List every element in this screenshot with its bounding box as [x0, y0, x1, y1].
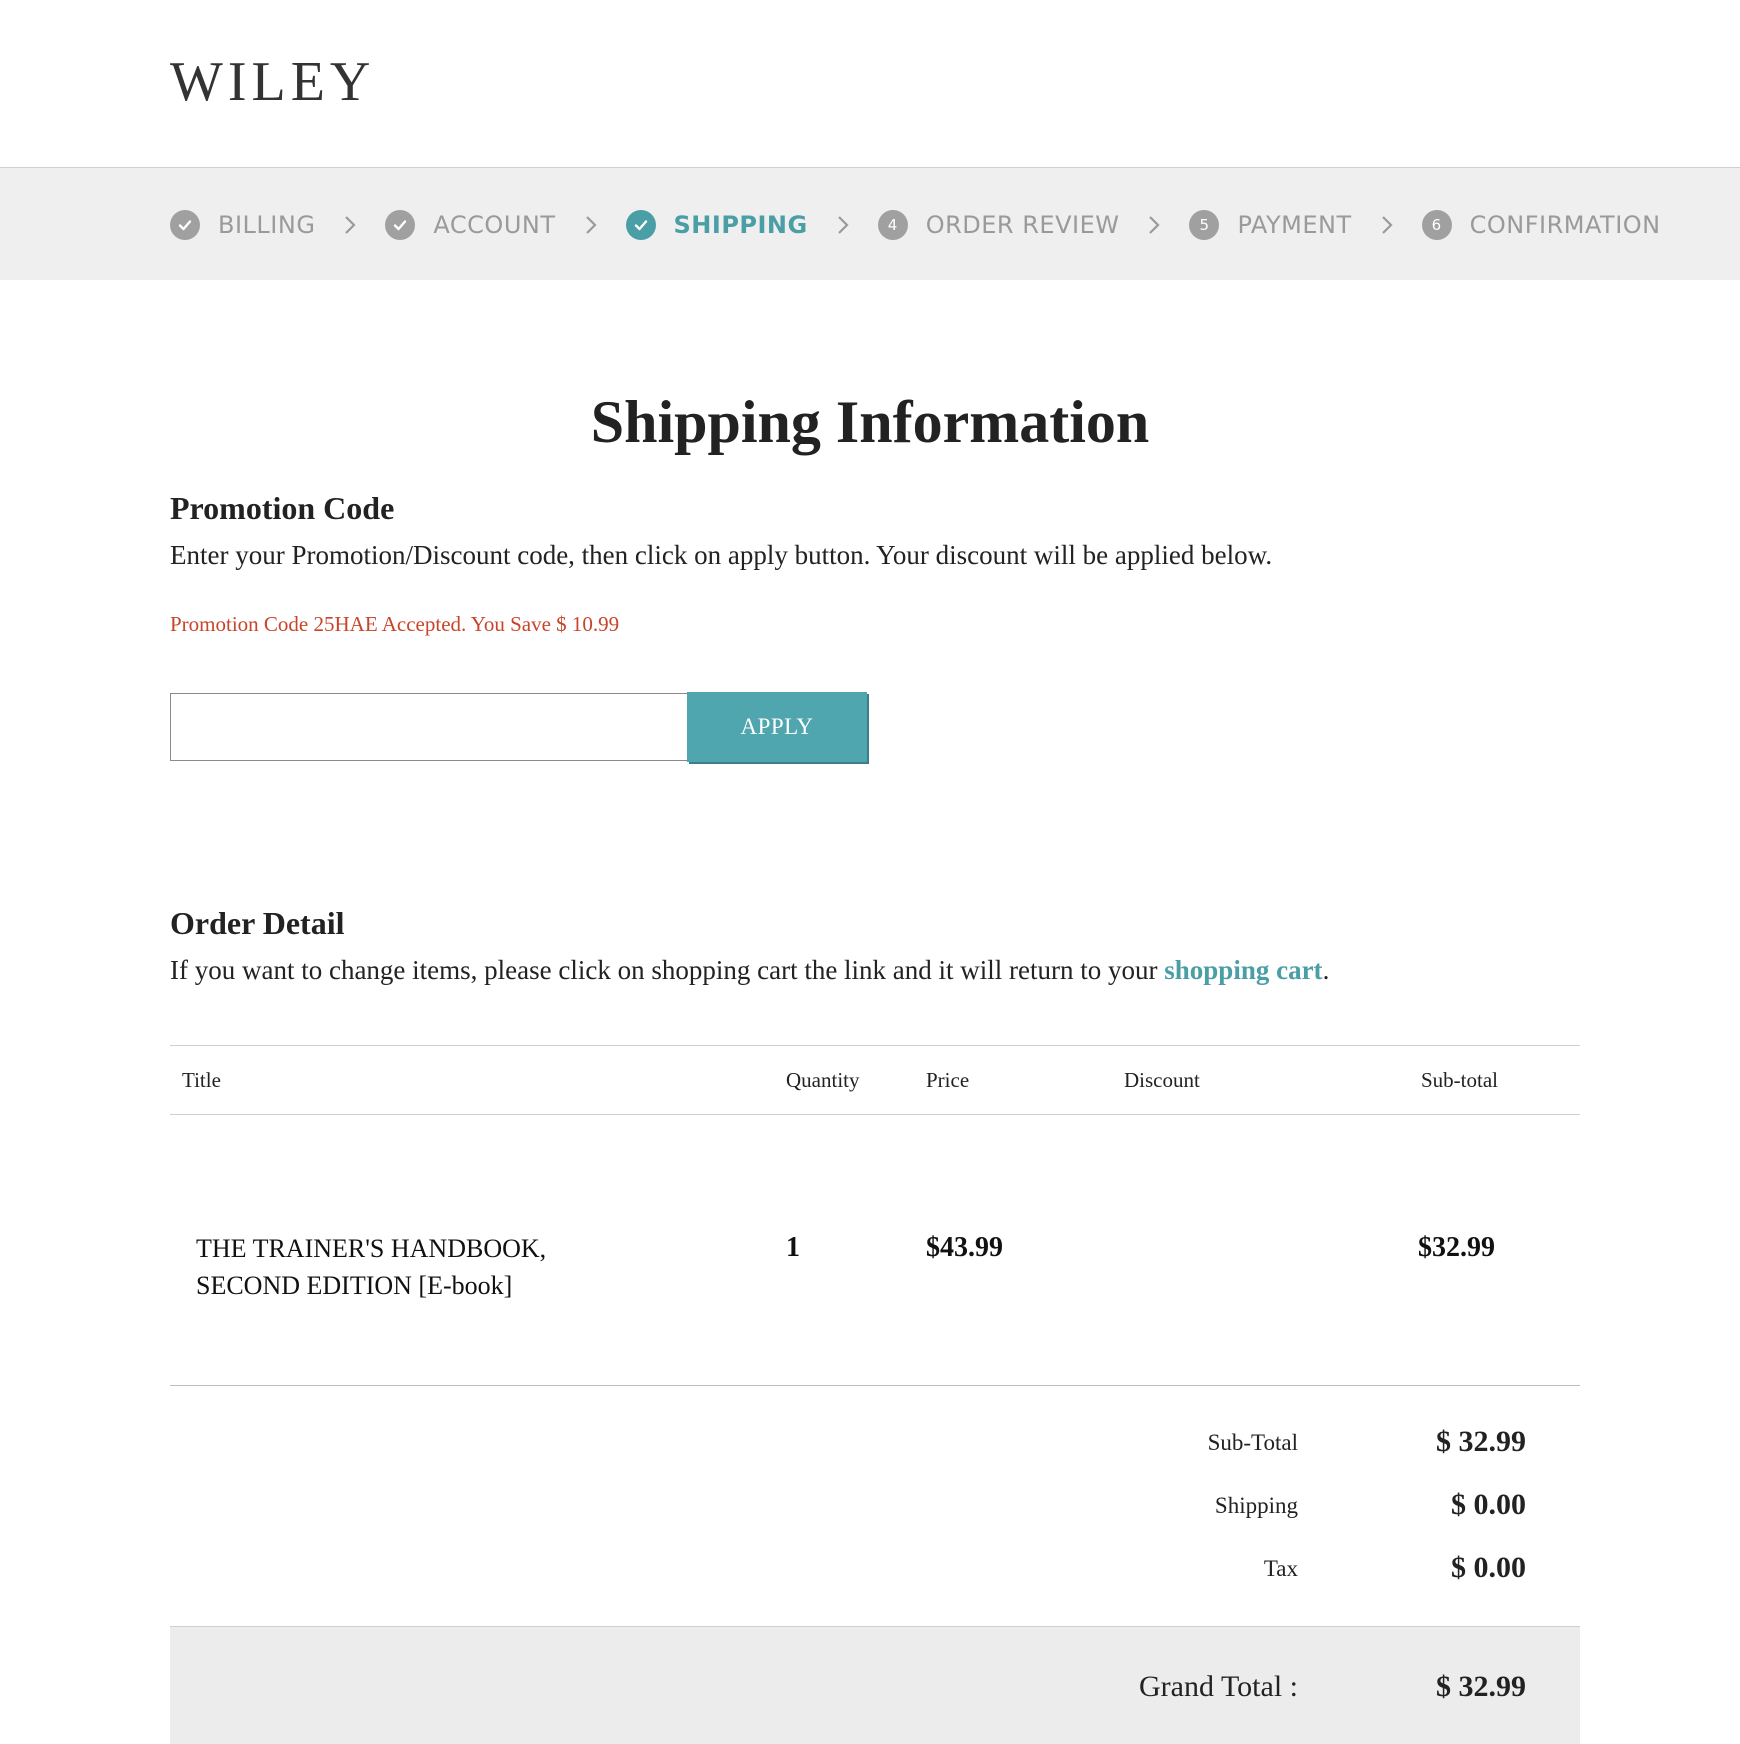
- grand-total-label: Grand Total :: [1139, 1670, 1298, 1703]
- step-label: BILLING: [218, 210, 316, 239]
- column-header-quantity: Quantity: [786, 1068, 860, 1092]
- table-header-divider: [170, 1114, 1580, 1115]
- subtotal-value: $ 32.99: [1436, 1425, 1526, 1458]
- column-header-discount: Discount: [1124, 1068, 1200, 1092]
- order-instructions: If you want to change items, please clic…: [170, 955, 1329, 986]
- chevron-right-icon: [836, 214, 850, 236]
- chevron-right-icon: [343, 214, 357, 236]
- table-row-subtotal: $32.99: [1418, 1232, 1495, 1263]
- table-row-price: $43.99: [926, 1232, 1003, 1263]
- item-title-line: THE TRAINER'S HANDBOOK,: [196, 1234, 547, 1263]
- step-label: ACCOUNT: [433, 210, 556, 239]
- wiley-logo[interactable]: WILEY: [170, 50, 375, 114]
- grand-total-bar: [170, 1626, 1580, 1744]
- check-icon: [170, 209, 200, 240]
- order-instructions-text: If you want to change items, please clic…: [170, 955, 1165, 985]
- column-header-title: Title: [182, 1068, 221, 1092]
- table-top-divider: [170, 1045, 1580, 1046]
- promotion-code-input[interactable]: [170, 693, 688, 761]
- promotion-accepted-message: Promotion Code 25HAE Accepted. You Save …: [170, 612, 620, 636]
- step-number-badge: 6: [1421, 209, 1452, 240]
- tax-label: Tax: [1263, 1556, 1298, 1581]
- step-label: SHIPPING: [673, 210, 808, 239]
- chevron-right-icon: [584, 214, 598, 236]
- order-detail-heading: Order Detail: [170, 905, 345, 941]
- grand-total-value: $ 32.99: [1436, 1670, 1526, 1703]
- step-shipping[interactable]: SHIPPING: [625, 209, 808, 240]
- step-confirmation: 6 CONFIRMATION: [1421, 209, 1661, 240]
- shopping-cart-link[interactable]: shopping cart: [1164, 955, 1322, 985]
- step-order-review: 4 ORDER REVIEW: [877, 209, 1120, 240]
- step-label: PAYMENT: [1237, 210, 1352, 239]
- step-label: ORDER REVIEW: [925, 210, 1120, 239]
- item-title-line: SECOND EDITION [E-book]: [196, 1271, 513, 1300]
- table-bottom-divider: [170, 1385, 1580, 1386]
- step-label: CONFIRMATION: [1469, 210, 1661, 239]
- table-row-quantity: 1: [786, 1232, 800, 1263]
- table-row-title: THE TRAINER'S HANDBOOK, SECOND EDITION […: [196, 1230, 546, 1304]
- step-number-badge: 5: [1189, 209, 1220, 240]
- shipping-value: $ 0.00: [1451, 1488, 1526, 1521]
- check-icon: [625, 209, 656, 240]
- column-header-subtotal: Sub-total: [1421, 1068, 1498, 1092]
- promotion-code-heading: Promotion Code: [170, 490, 395, 526]
- check-icon: [385, 209, 416, 240]
- chevron-right-icon: [1380, 214, 1394, 236]
- step-number-badge: 4: [877, 209, 908, 240]
- shipping-label: Shipping: [1214, 1493, 1298, 1518]
- checkout-steps: BILLING ACCOUNT SHIPPING 4 ORDER REVIEW …: [170, 168, 1661, 281]
- order-instructions-end: .: [1322, 955, 1330, 985]
- column-header-price: Price: [926, 1068, 970, 1092]
- checkout-steps-bar: BILLING ACCOUNT SHIPPING 4 ORDER REVIEW …: [0, 167, 1740, 280]
- apply-button[interactable]: APPLY: [687, 692, 867, 762]
- promotion-instructions: Enter your Promotion/Discount code, then…: [170, 540, 1273, 570]
- step-billing[interactable]: BILLING: [170, 209, 316, 240]
- step-account[interactable]: ACCOUNT: [385, 209, 556, 240]
- subtotal-label: Sub-Total: [1207, 1430, 1298, 1455]
- page-title: Shipping Information: [590, 389, 1150, 455]
- tax-value: $ 0.00: [1451, 1551, 1526, 1584]
- step-payment: 5 PAYMENT: [1189, 209, 1352, 240]
- chevron-right-icon: [1147, 214, 1161, 236]
